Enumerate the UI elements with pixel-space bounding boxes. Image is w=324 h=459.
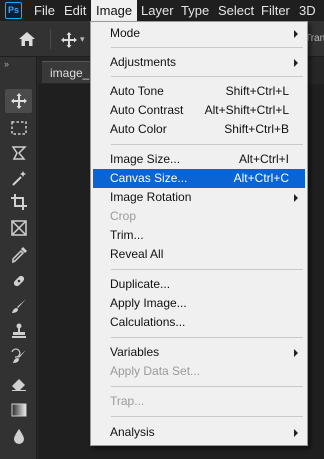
menu-item-shortcut: Shift+Ctrl+B xyxy=(224,122,289,136)
frame-tool[interactable] xyxy=(5,216,32,240)
menu-separator xyxy=(111,416,303,417)
submenu-arrow-icon xyxy=(294,30,298,38)
history-brush-tool[interactable] xyxy=(5,345,32,369)
menu-item-reveal-all[interactable]: Reveal All xyxy=(93,245,305,264)
menu-item-label: Analysis xyxy=(110,425,155,439)
menu-item-auto-color[interactable]: Auto Color Shift+Ctrl+B xyxy=(93,120,305,139)
move-tool-option-icon[interactable] xyxy=(60,31,78,49)
menu-layer[interactable]: Layer xyxy=(136,0,179,21)
brush-icon xyxy=(11,299,26,313)
menu-item-trap: Trap... xyxy=(93,392,305,411)
stamp-icon xyxy=(11,323,26,338)
frame-icon xyxy=(10,220,27,236)
eyedropper-icon xyxy=(11,247,27,264)
blur-tool[interactable] xyxy=(5,424,32,448)
gradient-icon xyxy=(11,403,26,417)
menu-item-label: Duplicate... xyxy=(110,277,171,291)
menu-item-apply-image[interactable]: Apply Image... xyxy=(93,294,305,313)
collapse-panel-icon[interactable]: » xyxy=(4,59,9,69)
menu-image[interactable]: Image xyxy=(91,0,138,21)
submenu-arrow-icon xyxy=(294,349,298,357)
photoshop-logo: Ps xyxy=(5,2,22,19)
menu-separator xyxy=(111,76,303,77)
menu-item-shortcut: Alt+Ctrl+I xyxy=(238,152,289,166)
menu-item-adjustments[interactable]: Adjustments xyxy=(93,53,305,72)
lasso-icon xyxy=(11,146,27,160)
menu-item-trim[interactable]: Trim... xyxy=(93,226,305,245)
menu-item-canvas-size[interactable]: Canvas Size... Alt+Ctrl+C xyxy=(93,169,305,188)
menu-item-shortcut: Alt+Ctrl+C xyxy=(233,171,289,185)
menu-item-label: Image Size... xyxy=(110,152,181,166)
menu-item-calculations[interactable]: Calculations... xyxy=(93,313,305,332)
menu-filter[interactable]: Filter xyxy=(256,0,295,21)
clone-stamp-tool[interactable] xyxy=(5,319,32,343)
healing-brush-tool[interactable] xyxy=(5,269,32,293)
crop-icon xyxy=(10,194,27,210)
menu-item-label: Apply Data Set... xyxy=(110,364,201,378)
submenu-arrow-icon xyxy=(294,429,298,437)
menu-type[interactable]: Type xyxy=(176,0,214,21)
menu-item-auto-contrast[interactable]: Auto Contrast Alt+Shift+Ctrl+L xyxy=(93,101,305,120)
menu-item-label: Adjustments xyxy=(110,55,177,69)
menu-item-label: Reveal All xyxy=(110,247,164,261)
magic-wand-icon xyxy=(11,171,26,186)
menu-separator xyxy=(111,386,303,387)
gradient-tool[interactable] xyxy=(5,398,32,422)
eraser-tool[interactable] xyxy=(5,371,32,395)
blur-icon xyxy=(13,429,24,444)
move-tool[interactable] xyxy=(5,89,32,113)
menu-item-label: Auto Tone xyxy=(110,84,164,98)
eyedropper-tool[interactable] xyxy=(5,243,32,267)
menu-item-label: Mode xyxy=(110,26,141,40)
menu-file[interactable]: File xyxy=(29,0,60,21)
menu-item-label: Variables xyxy=(110,345,160,359)
move-icon xyxy=(10,93,27,109)
menu-bar: Ps File Edit Image Layer Type Select Fil… xyxy=(0,0,324,21)
menu-select[interactable]: Select xyxy=(213,0,259,21)
menu-separator xyxy=(111,337,303,338)
magic-wand-tool[interactable] xyxy=(5,166,32,190)
brush-tool[interactable] xyxy=(5,294,32,318)
menu-separator xyxy=(111,269,303,270)
marquee-icon xyxy=(10,121,27,135)
history-brush-icon xyxy=(10,348,26,363)
tools-panel: » xyxy=(0,57,37,459)
menu-item-label: Trap... xyxy=(110,394,145,408)
menu-item-image-size[interactable]: Image Size... Alt+Ctrl+I xyxy=(93,150,305,169)
options-divider xyxy=(50,29,51,49)
menu-item-label: Apply Image... xyxy=(110,296,187,310)
marquee-tool[interactable] xyxy=(5,116,32,140)
crop-tool[interactable] xyxy=(5,190,32,214)
menu-item-label: Auto Contrast xyxy=(110,103,184,117)
menu-item-mode[interactable]: Mode xyxy=(93,24,305,43)
menu-item-analysis[interactable]: Analysis xyxy=(93,423,305,442)
menu-3d[interactable]: 3D xyxy=(294,0,321,21)
chevron-down-icon[interactable]: ▾ xyxy=(80,34,85,45)
menu-separator xyxy=(111,47,303,48)
image-menu-dropdown: Mode Adjustments Auto Tone Shift+Ctrl+L … xyxy=(90,21,308,446)
menu-item-crop: Crop xyxy=(93,207,305,226)
menu-item-shortcut: Shift+Ctrl+L xyxy=(225,84,289,98)
menu-item-label: Trim... xyxy=(110,228,144,242)
home-icon[interactable] xyxy=(18,31,36,47)
menu-edit[interactable]: Edit xyxy=(59,0,91,21)
menu-item-label: Calculations... xyxy=(110,315,186,329)
menu-item-shortcut: Alt+Shift+Ctrl+L xyxy=(204,103,289,117)
lasso-tool[interactable] xyxy=(5,141,32,165)
healing-brush-icon xyxy=(13,275,24,287)
menu-item-variables[interactable]: Variables xyxy=(93,343,305,362)
menu-item-apply-data-set: Apply Data Set... xyxy=(93,362,305,381)
submenu-arrow-icon xyxy=(294,59,298,67)
menu-separator xyxy=(111,144,303,145)
menu-item-label: Auto Color xyxy=(110,122,167,136)
menu-item-label: Canvas Size... xyxy=(110,171,188,185)
menu-item-label: Image Rotation xyxy=(110,190,192,204)
menu-item-label: Crop xyxy=(110,209,137,223)
submenu-arrow-icon xyxy=(294,194,298,202)
menu-item-duplicate[interactable]: Duplicate... xyxy=(93,275,305,294)
menu-item-auto-tone[interactable]: Auto Tone Shift+Ctrl+L xyxy=(93,82,305,101)
menu-item-image-rotation[interactable]: Image Rotation xyxy=(93,188,305,207)
eraser-icon xyxy=(11,379,26,391)
